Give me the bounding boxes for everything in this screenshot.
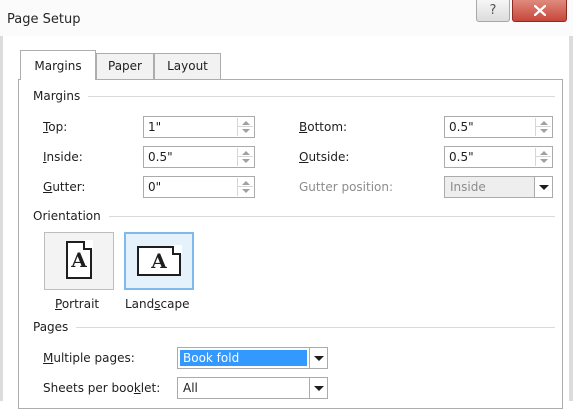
inside-margin-spin-buttons[interactable]	[237, 148, 253, 166]
sheets-per-booklet-dropdown[interactable]: All	[177, 377, 328, 399]
gutter-label: Gutter:	[43, 180, 86, 194]
close-icon	[533, 5, 546, 16]
gutter-position-label: Gutter position:	[299, 180, 394, 194]
tab-paper-label: Paper	[108, 59, 142, 73]
tab-margins-label: Margins	[34, 59, 82, 73]
bottom-label: Bottom:	[299, 120, 348, 134]
multiple-pages-label: Multiple pages:	[43, 351, 135, 365]
bottom-margin-value: 0.5"	[449, 120, 474, 134]
gutter-spinner[interactable]: 0"	[143, 176, 255, 198]
portrait-label: Portrait	[55, 297, 100, 311]
margins-group-label: Margins	[33, 89, 81, 103]
margins-group-header: Margins	[33, 89, 555, 103]
gutter-position-value: Inside	[450, 180, 486, 194]
sheets-per-booklet-label: Sheets per booklet:	[43, 381, 161, 395]
group-divider	[108, 215, 555, 217]
top-label: Top:	[43, 120, 68, 134]
inside-label: Inside:	[43, 150, 83, 164]
group-divider	[76, 326, 555, 328]
orientation-group-label: Orientation	[33, 209, 101, 223]
inside-margin-value: 0.5"	[148, 150, 173, 164]
help-button[interactable]: ?	[476, 0, 510, 22]
bottom-margin-spinner[interactable]: 0.5"	[444, 116, 553, 138]
group-divider	[88, 95, 555, 97]
multiple-pages-dropdown[interactable]: Book fold	[177, 347, 328, 369]
top-margin-spin-buttons[interactable]	[237, 118, 253, 136]
gutter-value: 0"	[148, 180, 162, 194]
chevron-down-icon[interactable]	[309, 348, 327, 368]
landscape-button[interactable]: A	[124, 232, 194, 290]
top-margin-value: 1"	[148, 120, 162, 134]
portrait-page-icon: A	[66, 240, 93, 279]
tab-layout[interactable]: Layout	[154, 53, 221, 79]
orientation-group-header: Orientation	[33, 209, 555, 223]
tab-layout-label: Layout	[167, 59, 208, 73]
window-frame-left	[0, 36, 3, 401]
outside-label: Outside:	[299, 150, 350, 164]
pages-group-label: Pages	[33, 320, 69, 334]
help-icon: ?	[489, 3, 497, 18]
top-margin-spinner[interactable]: 1"	[143, 116, 255, 138]
outside-margin-spin-buttons[interactable]	[535, 148, 551, 166]
pages-group-header: Pages	[33, 320, 555, 334]
gutter-position-dropdown: Inside	[444, 176, 553, 198]
tab-margins[interactable]: Margins	[20, 50, 96, 80]
chevron-down-icon[interactable]	[309, 378, 327, 398]
sheets-per-booklet-value: All	[183, 381, 198, 395]
inside-margin-spinner[interactable]: 0.5"	[143, 146, 255, 168]
chevron-down-icon	[534, 177, 552, 197]
gutter-spin-buttons[interactable]	[237, 178, 253, 196]
close-button[interactable]	[512, 0, 567, 22]
dialog-title: Page Setup	[7, 12, 81, 27]
window-frame-right	[569, 36, 573, 401]
landscape-page-icon: A	[137, 245, 182, 276]
tab-paper[interactable]: Paper	[96, 53, 154, 79]
outside-margin-value: 0.5"	[449, 150, 474, 164]
bottom-margin-spin-buttons[interactable]	[535, 118, 551, 136]
multiple-pages-value: Book fold	[180, 350, 307, 366]
outside-margin-spinner[interactable]: 0.5"	[444, 146, 553, 168]
landscape-label: Landscape	[125, 297, 190, 311]
portrait-button[interactable]: A	[44, 232, 114, 290]
